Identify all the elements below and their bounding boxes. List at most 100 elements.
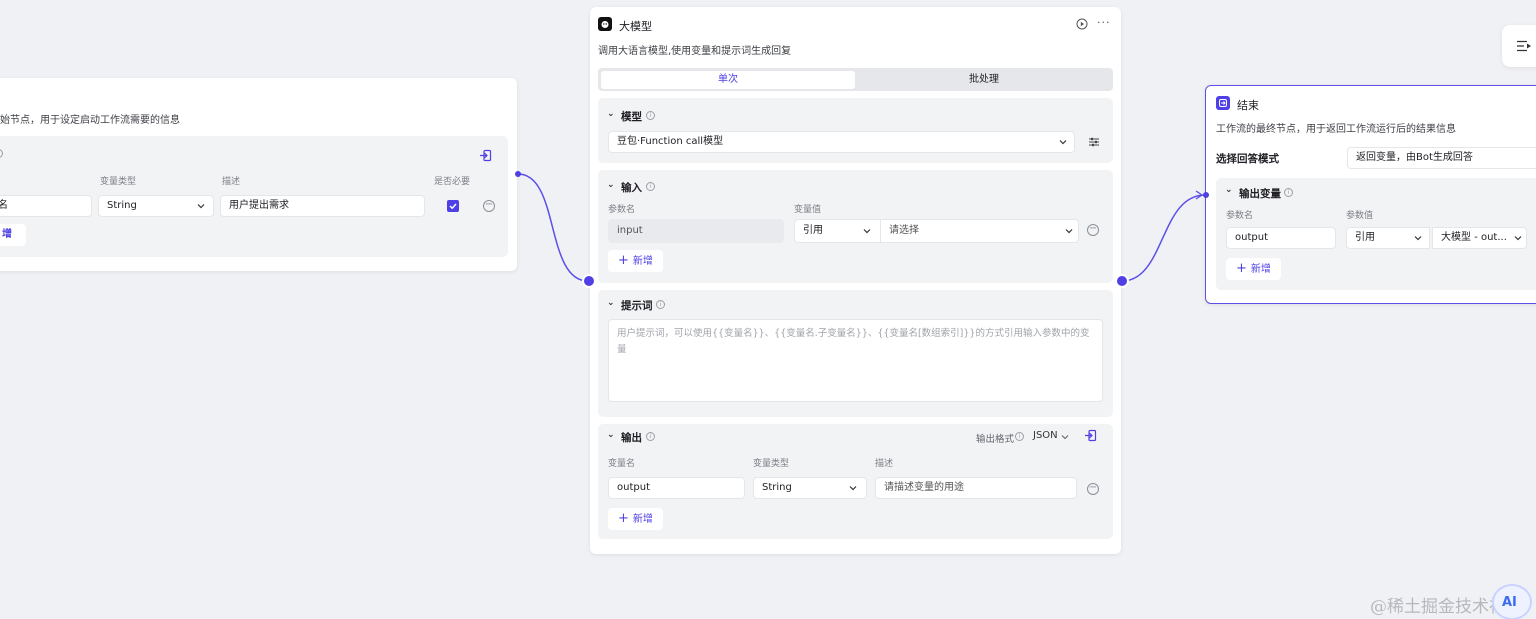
input-variable-placeholder: 请选择 xyxy=(889,225,919,236)
end-add-button[interactable]: + 新增 xyxy=(1226,258,1281,280)
llm-node-icon xyxy=(598,17,612,31)
llm-output-port[interactable] xyxy=(1115,274,1129,288)
end-param-value: 大模型 - out... xyxy=(1441,232,1507,243)
output-format-label: 输出格式 xyxy=(976,434,1015,445)
output-col-type-label: 变量类型 xyxy=(753,459,790,469)
info-icon: i xyxy=(646,182,655,191)
chevron-down-icon xyxy=(849,486,857,491)
plus-icon: + xyxy=(1236,261,1247,276)
ai-assistant-icon[interactable]: AI xyxy=(1492,584,1532,619)
output-var-name-input[interactable]: output xyxy=(608,477,745,499)
end-node[interactable]: 结束 工作流的最终节点，用于返回工作流运行后的结果信息 选择回答模式 返回变量，… xyxy=(1205,85,1536,304)
end-output-section-title: 输出变量 xyxy=(1239,188,1281,200)
end-param-name-input[interactable]: output xyxy=(1226,227,1336,249)
llm-node[interactable]: 大模型 ··· 调用大语言模型,使用变量和提示词生成回复 单次 批处理 ⌄ 模型… xyxy=(590,7,1121,554)
end-input-port[interactable] xyxy=(1203,192,1209,198)
output-format-select[interactable]: JSON xyxy=(1033,430,1058,441)
collapse-caret-icon[interactable]: ⌄ xyxy=(607,430,615,440)
llm-node-title: 大模型 xyxy=(619,20,652,33)
chevron-down-icon xyxy=(1059,140,1067,145)
output-col-name-label: 变量名 xyxy=(608,459,636,469)
prompt-textarea[interactable]: 用户提示词，可以使用{{变量名}}、{{变量名.子变量名}}、{{变量名[数组索… xyxy=(608,319,1103,402)
output-format-value: JSON xyxy=(1033,430,1058,441)
answer-mode-value: 返回变量，由Bot生成回答 xyxy=(1356,152,1473,163)
start-add-label: 增 xyxy=(2,229,12,240)
col-type-label: 变量类型 xyxy=(100,177,137,187)
input-variable-select[interactable]: 请选择 xyxy=(880,219,1079,243)
collapse-caret-icon[interactable]: ⌄ xyxy=(1225,185,1233,195)
end-node-title: 结束 xyxy=(1237,99,1259,112)
input-add-label: 新增 xyxy=(632,256,653,267)
input-param-name: input xyxy=(608,219,784,243)
chevron-down-icon xyxy=(1065,229,1073,234)
end-col-param-label: 参数名 xyxy=(1226,211,1254,221)
model-section-title: 模型 xyxy=(621,111,642,123)
chevron-down-icon xyxy=(197,204,205,209)
output-var-desc-placeholder: 请描述变量的用途 xyxy=(884,482,964,493)
collapse-caret-icon[interactable]: ⌄ xyxy=(607,109,615,119)
remove-row-icon[interactable]: − xyxy=(483,200,495,212)
end-param-ref-value: 引用 xyxy=(1355,232,1375,243)
start-output-port[interactable] xyxy=(515,171,521,177)
output-add-label: 新增 xyxy=(632,514,653,525)
prompt-section-title: 提示词 xyxy=(621,300,653,312)
output-add-button[interactable]: + 新增 xyxy=(608,508,663,530)
output-var-type-value: String xyxy=(762,482,792,493)
info-icon: i xyxy=(656,300,665,309)
output-import-icon[interactable] xyxy=(1084,429,1097,442)
output-col-desc-label: 描述 xyxy=(875,459,894,469)
plus-icon: + xyxy=(618,511,629,526)
end-node-icon xyxy=(1216,96,1230,110)
info-icon: i xyxy=(1284,188,1293,197)
prompt-placeholder: 用户提示词，可以使用{{变量名}}、{{变量名.子变量名}}、{{变量名[数组索… xyxy=(617,328,1090,355)
model-settings-icon[interactable] xyxy=(1088,136,1100,148)
check-icon xyxy=(449,203,457,210)
remove-row-icon[interactable]: − xyxy=(1087,483,1099,495)
answer-mode-label: 选择回答模式 xyxy=(1216,153,1279,165)
llm-input-port[interactable] xyxy=(582,274,596,288)
plus-icon: + xyxy=(618,253,629,268)
chevron-down-icon xyxy=(1414,236,1422,241)
model-select-value: 豆包·Function call模型 xyxy=(617,136,724,147)
collapse-caret-icon[interactable]: ⌄ xyxy=(607,298,615,308)
col-desc-label: 描述 xyxy=(222,177,241,187)
info-icon: i xyxy=(646,111,655,120)
start-node[interactable]: 始节点，用于设定启动工作流需要的信息 变量类型 描述 是否必要 量名 Strin… xyxy=(0,78,517,271)
end-node-description: 工作流的最终节点，用于返回工作流运行后的结果信息 xyxy=(1216,124,1456,135)
tab-batch[interactable]: 批处理 xyxy=(857,71,1111,89)
chevron-down-icon xyxy=(863,229,871,234)
start-var-type-value: String xyxy=(107,200,137,211)
end-add-label: 新增 xyxy=(1250,264,1271,275)
model-select[interactable]: 豆包·Function call模型 xyxy=(608,131,1075,153)
collapse-caret-icon[interactable]: ⌄ xyxy=(607,180,615,190)
input-section-title: 输入 xyxy=(621,182,642,194)
output-var-desc-input[interactable]: 请描述变量的用途 xyxy=(875,477,1077,499)
start-var-name-input[interactable]: 量名 xyxy=(0,195,92,217)
input-col-param-label: 参数名 xyxy=(608,205,636,215)
remove-row-icon[interactable]: − xyxy=(1087,224,1099,236)
run-icon[interactable] xyxy=(1076,18,1088,30)
end-col-value-label: 参数值 xyxy=(1346,211,1374,221)
tab-single-label: 单次 xyxy=(718,74,738,85)
start-add-button[interactable]: 增 xyxy=(0,224,26,246)
answer-mode-select[interactable]: 返回变量，由Bot生成回答 xyxy=(1347,147,1536,169)
input-ref-value: 引用 xyxy=(803,225,823,236)
info-icon: i xyxy=(1015,432,1024,441)
output-import-icon[interactable] xyxy=(479,149,492,162)
llm-node-description: 调用大语言模型,使用变量和提示词生成回复 xyxy=(598,46,792,57)
tab-single[interactable]: 单次 xyxy=(601,71,855,89)
info-icon: i xyxy=(646,432,655,441)
required-checkbox[interactable] xyxy=(447,200,459,212)
panel-toggle[interactable] xyxy=(1502,25,1536,67)
start-var-desc-input[interactable]: 用户提出需求 xyxy=(220,195,425,217)
input-col-value-label: 变量值 xyxy=(794,205,822,215)
chevron-down-icon xyxy=(1061,435,1069,440)
more-icon[interactable]: ··· xyxy=(1097,16,1111,29)
tab-batch-label: 批处理 xyxy=(969,74,999,85)
run-list-icon xyxy=(1517,40,1531,52)
output-section-title: 输出 xyxy=(621,432,642,444)
start-node-description: 始节点，用于设定启动工作流需要的信息 xyxy=(0,115,180,126)
chevron-down-icon xyxy=(1514,236,1522,241)
input-add-button[interactable]: + 新增 xyxy=(608,250,663,272)
col-required-label: 是否必要 xyxy=(434,177,471,187)
